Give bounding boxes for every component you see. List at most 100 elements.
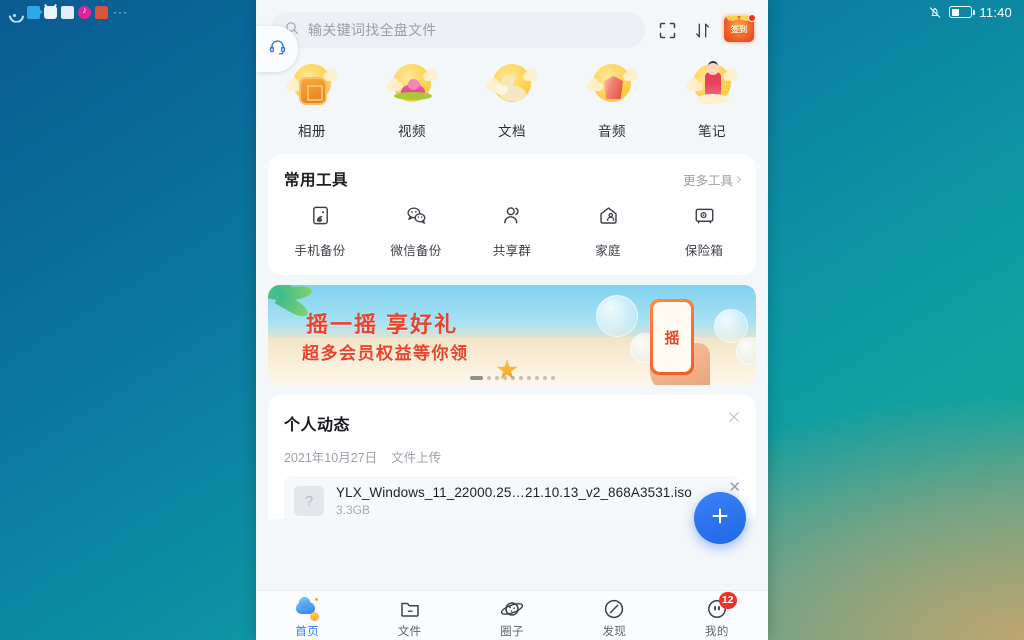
lantern-moon-icon bbox=[586, 62, 638, 114]
activity-meta: 2021年10月27日 文件上传 bbox=[284, 447, 740, 466]
tool-item-phone-backup[interactable]: 手机备份 bbox=[274, 204, 366, 259]
tool-item-family[interactable]: 家庭 bbox=[562, 204, 654, 259]
customer-service-button[interactable] bbox=[256, 26, 298, 72]
notification-dot bbox=[748, 14, 756, 22]
tool-label: 共享群 bbox=[492, 244, 532, 258]
activity-action: 文件上传 bbox=[391, 451, 442, 465]
tools-header: 常用工具 更多工具 bbox=[268, 154, 756, 194]
chevron-right-icon bbox=[733, 175, 742, 183]
category-item-album[interactable]: 相册 bbox=[266, 62, 358, 140]
banner-subtitle: 超多会员权益等你领 bbox=[302, 344, 469, 363]
banner-dot[interactable] bbox=[494, 376, 499, 380]
more-tools-label: 更多工具 bbox=[682, 173, 733, 188]
battery-icon bbox=[949, 6, 976, 18]
tool-item-wechat-backup[interactable]: 微信备份 bbox=[370, 204, 462, 259]
phone-illustration: 摇 bbox=[650, 299, 694, 375]
headset-support-icon bbox=[268, 37, 287, 61]
bubble-decoration bbox=[596, 295, 638, 337]
promo-banner[interactable]: 摇 摇一摇 享好礼 超多会员权益等你领 bbox=[268, 285, 756, 385]
activity-file-row[interactable]: ? YLX_Windows_11_22000.25…21.10.13_v2_86… bbox=[284, 476, 740, 519]
plus-icon bbox=[708, 504, 732, 533]
home-family-icon bbox=[597, 204, 620, 232]
signin-label: 签到 bbox=[730, 24, 748, 35]
tools-title: 常用工具 bbox=[284, 172, 349, 189]
activity-date: 2021年10月27日 bbox=[284, 451, 378, 465]
category-shortcuts: 相册 视频 文档 音频 笔记 bbox=[256, 56, 768, 154]
add-upload-fab[interactable] bbox=[694, 492, 746, 544]
nav-item-files[interactable]: 文件 bbox=[358, 593, 460, 639]
common-tools-card: 常用工具 更多工具 手机备份 微信备份 共享群 家庭 保险箱 bbox=[268, 154, 756, 275]
banner-dot[interactable] bbox=[486, 376, 491, 380]
nav-item-mine[interactable]: 12 我的 bbox=[666, 591, 768, 639]
category-label: 视频 bbox=[398, 124, 426, 139]
category-label: 相册 bbox=[298, 124, 326, 139]
banner-dot[interactable] bbox=[469, 376, 483, 380]
close-x-icon[interactable] bbox=[726, 409, 742, 425]
nav-label: 我的 bbox=[704, 625, 729, 638]
compass-icon bbox=[602, 597, 626, 621]
tool-label: 保险箱 bbox=[684, 244, 724, 258]
nav-item-home[interactable]: 首页 bbox=[256, 593, 358, 639]
search-placeholder: 输关键词找全盘文件 bbox=[308, 22, 437, 38]
category-item-notes[interactable]: 笔记 bbox=[666, 62, 758, 140]
nav-item-circle[interactable]: 圈子 bbox=[461, 593, 563, 639]
category-item-video[interactable]: 视频 bbox=[366, 62, 458, 140]
category-label: 音频 bbox=[598, 124, 626, 139]
tool-label: 家庭 bbox=[595, 244, 621, 258]
category-label: 笔记 bbox=[698, 124, 726, 139]
camera-icon[interactable] bbox=[27, 5, 43, 19]
tool-label: 手机备份 bbox=[294, 244, 346, 258]
music-icon[interactable] bbox=[78, 4, 91, 19]
activity-title: 个人动态 bbox=[284, 417, 351, 434]
category-item-audio[interactable]: 音频 bbox=[566, 62, 658, 140]
document-icon[interactable] bbox=[95, 5, 108, 19]
system-tray: ··· bbox=[8, 3, 128, 21]
sort-arrows-icon[interactable] bbox=[689, 17, 715, 43]
more-tools-link[interactable]: 更多工具 bbox=[682, 170, 742, 189]
bilibili-icon[interactable] bbox=[44, 5, 57, 19]
category-label: 文档 bbox=[498, 124, 526, 139]
planet-circle-icon bbox=[500, 597, 524, 621]
banner-dot[interactable] bbox=[534, 376, 539, 380]
nav-label: 首页 bbox=[295, 625, 320, 638]
scan-frame-icon[interactable] bbox=[654, 17, 680, 43]
nav-badge-count: 12 bbox=[718, 591, 737, 609]
safe-box-icon bbox=[693, 204, 716, 232]
cloud-home-icon bbox=[295, 596, 320, 621]
cloud-drive-app-window: 输关键词找全盘文件 签到 相册 视频 文档 音频 笔记 常用工具 更多工具 手机… bbox=[256, 0, 768, 640]
wechat-icon bbox=[405, 204, 428, 232]
bottom-navigation-bar: 首页 文件 圈子 发现 12 我的 bbox=[256, 590, 768, 640]
wifi-icon[interactable] bbox=[8, 6, 23, 19]
personal-activity-card: 个人动态 2021年10月27日 文件上传 ? YLX_Windows_11_2… bbox=[268, 395, 756, 519]
banner-pagination-dots[interactable] bbox=[268, 376, 756, 380]
status-bar-right: 11:40 bbox=[928, 3, 1012, 21]
unknown-file-icon: ? bbox=[294, 486, 324, 516]
user-group-icon bbox=[501, 204, 524, 232]
banner-dot[interactable] bbox=[542, 376, 547, 380]
nav-item-discover[interactable]: 发现 bbox=[563, 593, 665, 639]
signin-button[interactable]: 签到 bbox=[724, 14, 756, 44]
banner-dot[interactable] bbox=[502, 376, 507, 380]
search-header: 输关键词找全盘文件 签到 bbox=[256, 0, 768, 56]
tool-label: 微信备份 bbox=[390, 244, 442, 258]
category-item-document[interactable]: 文档 bbox=[466, 62, 558, 140]
rabbit-moon-icon bbox=[486, 62, 538, 114]
tool-item-safe-box[interactable]: 保险箱 bbox=[658, 204, 750, 259]
nav-label: 圈子 bbox=[500, 625, 524, 638]
banner-dot[interactable] bbox=[510, 376, 515, 380]
lotus-moon-icon bbox=[386, 62, 438, 114]
tool-item-shared-group[interactable]: 共享群 bbox=[466, 204, 558, 259]
phone-screen-text: 摇 bbox=[664, 329, 680, 347]
activity-file-size: 3.3GB bbox=[336, 503, 371, 517]
file-thumb-glyph: ? bbox=[304, 492, 314, 510]
face-profile-icon: 12 bbox=[705, 591, 737, 621]
more-icon[interactable]: ··· bbox=[113, 6, 128, 18]
desktop-wallpaper: ··· 11:40 输关键词找全盘文件 bbox=[0, 0, 1024, 640]
search-input[interactable]: 输关键词找全盘文件 bbox=[270, 12, 645, 48]
mail-icon[interactable] bbox=[61, 5, 74, 19]
banner-dot[interactable] bbox=[550, 376, 555, 380]
folder-icon bbox=[398, 597, 422, 621]
banner-dot[interactable] bbox=[526, 376, 531, 380]
banner-title: 摇一摇 享好礼 bbox=[306, 312, 459, 337]
banner-dot[interactable] bbox=[518, 376, 523, 380]
